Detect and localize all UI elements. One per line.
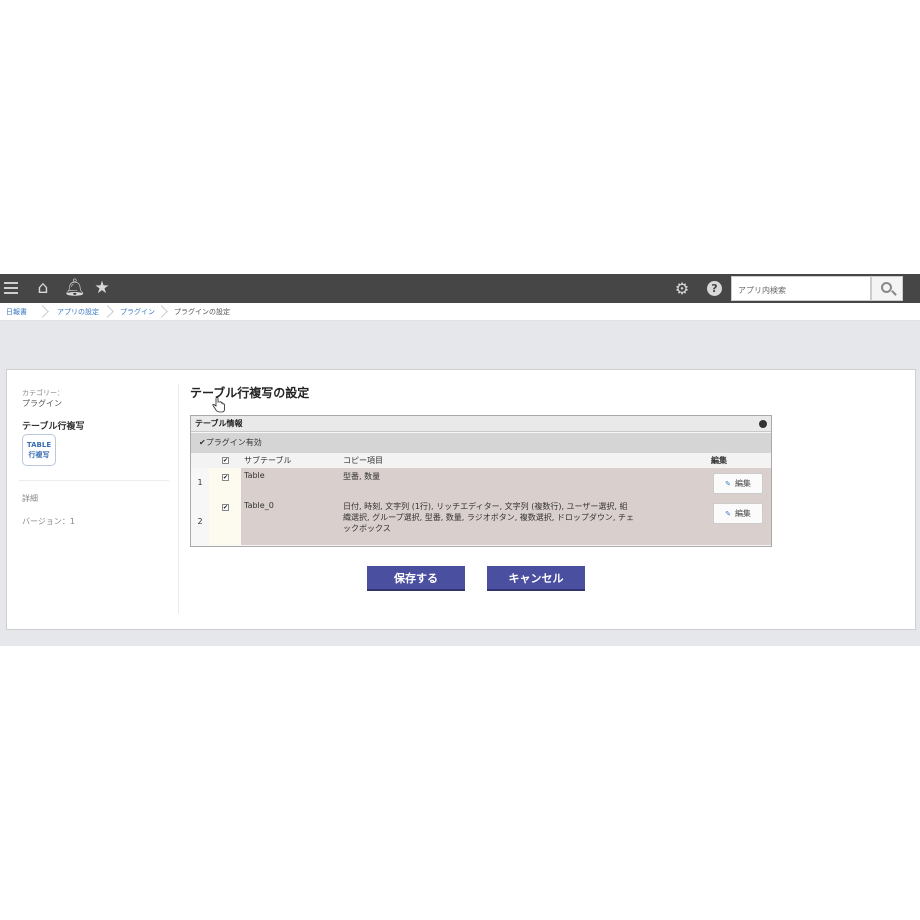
breadcrumb-item-app-settings[interactable]: アプリの設定 <box>57 303 99 321</box>
subtable-name: Table_0 <box>244 501 274 510</box>
gear-icon[interactable]: ⚙ <box>673 278 691 299</box>
edit-button[interactable]: ✎ 編集 <box>713 473 763 494</box>
copy-items: 型番, 数量 <box>343 472 381 481</box>
search-button[interactable] <box>871 276 903 301</box>
category-label: カテゴリー： <box>22 389 64 397</box>
app-frame: ⌂ 🔔︎ ★ ⚙ ? アプリ内検索 日報書 アプリの設定 プラグイン プラグイン… <box>0 274 920 646</box>
home-icon[interactable]: ⌂ <box>34 278 52 299</box>
plugin-enable-toggle[interactable]: ✔プラグイン有効 <box>191 433 771 453</box>
top-bar: ⌂ 🔔︎ ★ ⚙ ? アプリ内検索 <box>0 274 920 303</box>
column-header-edit: 編集 <box>711 456 727 465</box>
page-title: テーブル行複写の設定 <box>190 386 310 400</box>
plugin-name: テーブル行複写 <box>22 422 85 432</box>
collapse-icon[interactable] <box>759 420 767 428</box>
row-number: 2 <box>191 498 209 545</box>
hand-cursor-icon <box>212 397 225 413</box>
row-checkbox[interactable]: ✔ <box>222 474 229 481</box>
copy-items: 日付, 時刻, 文字列 (1行), リッチエディター, 文字列 (複数行), ユ… <box>343 502 634 533</box>
column-header-subtable: サブテーブル <box>244 456 292 465</box>
save-button[interactable]: 保存する <box>367 566 465 591</box>
search-input[interactable]: アプリ内検索 <box>731 276 871 301</box>
breadcrumb-item-current: プラグインの設定 <box>174 308 230 316</box>
plugin-logo: TABLE 行複写 <box>22 434 56 466</box>
section-header: テーブル情報 <box>191 416 771 432</box>
pencil-icon: ✎ <box>725 480 731 488</box>
category-value: プラグイン <box>22 399 62 408</box>
help-icon[interactable]: ? <box>707 281 722 296</box>
cancel-button[interactable]: キャンセル <box>487 566 585 591</box>
hamburger-icon[interactable] <box>2 278 22 299</box>
table-header-row: ✔ サブテーブル コピー項目 編集 <box>191 453 771 468</box>
breadcrumb-item-app[interactable]: 日報書 <box>6 303 27 321</box>
breadcrumb: 日報書 アプリの設定 プラグイン プラグインの設定 <box>0 303 920 321</box>
breadcrumb-item-plugins[interactable]: プラグイン <box>120 303 155 321</box>
edit-button[interactable]: ✎ 編集 <box>713 503 763 524</box>
star-icon[interactable]: ★ <box>93 278 111 299</box>
bell-icon[interactable]: 🔔︎ <box>64 278 86 299</box>
table-info-section: テーブル情報 ✔プラグイン有効 ✔ サブテーブル コピー項目 編集 1 ✔ Ta… <box>190 415 772 547</box>
detail-link[interactable]: 詳細 <box>22 493 38 504</box>
column-header-copy-items: コピー項目 <box>343 456 383 465</box>
pencil-icon: ✎ <box>725 510 731 518</box>
row-number: 1 <box>191 468 209 498</box>
row-checkbox[interactable]: ✔ <box>222 504 229 511</box>
select-all-checkbox[interactable]: ✔ <box>222 457 229 464</box>
table-row <box>191 468 771 498</box>
version-text: バージョン：1 <box>22 517 75 526</box>
settings-panel: カテゴリー： プラグイン テーブル行複写 TABLE 行複写 詳細 バージョン：… <box>6 369 916 630</box>
subtable-name: Table <box>244 471 265 480</box>
